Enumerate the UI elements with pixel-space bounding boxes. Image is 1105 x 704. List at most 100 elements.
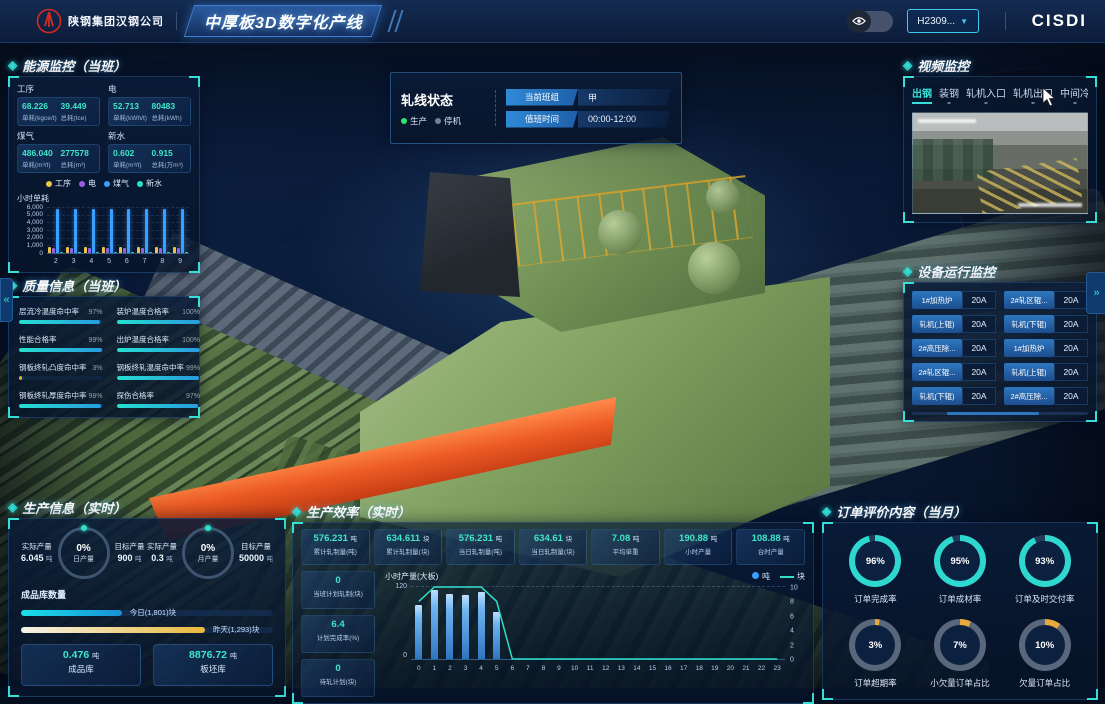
y-axis-tick-right: 8 bbox=[790, 599, 794, 606]
bar-新水 bbox=[131, 252, 134, 253]
legend-line bbox=[780, 576, 794, 578]
energy-value: 277578 bbox=[61, 148, 96, 158]
bar-新水 bbox=[185, 252, 188, 253]
bar-电 bbox=[177, 248, 180, 253]
donut-ring: 7% bbox=[934, 619, 986, 671]
bar-group: 2 bbox=[48, 207, 63, 253]
collapse-left-tab[interactable]: « bbox=[0, 278, 13, 322]
status-value: 00:00-12:00 bbox=[578, 111, 671, 128]
bar-新水 bbox=[149, 252, 152, 253]
bar-煤气 bbox=[127, 209, 130, 253]
device-name: 1#加热炉 bbox=[912, 291, 962, 309]
panel-title: 质量信息（当班） bbox=[22, 276, 126, 295]
warehouse-label: 板坯库 bbox=[154, 663, 272, 675]
warehouse-box: 8876.72 吨 板坯库 bbox=[153, 644, 273, 686]
energy-section: 煤气 486.040 277578 单耗(m³/t) 总耗(m³) bbox=[17, 128, 100, 173]
efficiency-stat-box: 108.88 吨 台时产量 bbox=[736, 529, 805, 565]
x-axis-tick: 23 bbox=[769, 665, 785, 672]
visibility-toggle[interactable] bbox=[847, 11, 893, 32]
warehouse-value: 8876.72 bbox=[189, 649, 227, 661]
unit: 吨 bbox=[711, 536, 718, 543]
bar-新水 bbox=[78, 252, 81, 253]
energy-value-label: 单耗(kWh/t) bbox=[113, 112, 148, 122]
stat-value: 190.88 bbox=[679, 533, 708, 544]
stat-value: 7.08 bbox=[612, 533, 631, 544]
donut-value: 93% bbox=[1019, 535, 1071, 587]
hourly-output-chart: 01234567891011121314151617181920212223 0… bbox=[411, 586, 785, 672]
progress-fill bbox=[117, 348, 201, 352]
bar-电 bbox=[70, 248, 73, 253]
unit: 吨 bbox=[633, 536, 640, 543]
energy-section-name: 工序 bbox=[17, 83, 100, 95]
scrollbar-thumb[interactable] bbox=[947, 412, 1039, 415]
y-axis-tick: 6,000 bbox=[27, 205, 43, 212]
y-axis-tick-right: 0 bbox=[790, 657, 794, 664]
donut-value: 10% bbox=[1019, 619, 1071, 671]
panel-title-row: ◈ 设备运行监控 bbox=[903, 262, 1097, 280]
cctv-frame[interactable] bbox=[912, 112, 1088, 214]
bar-工序 bbox=[66, 247, 69, 253]
x-axis-tick: 18 bbox=[691, 665, 707, 672]
progress-fill bbox=[117, 404, 198, 408]
cisdi-logo: CISDI bbox=[1032, 11, 1087, 31]
device-current-value: 20A bbox=[962, 339, 996, 357]
expand-right-tab[interactable]: » bbox=[1086, 272, 1105, 314]
camera-tab[interactable]: 轧机入口 bbox=[966, 85, 1006, 104]
unit: 吨 bbox=[783, 536, 790, 543]
donut-value: 3% bbox=[849, 619, 901, 671]
panel-title-row: ◈ 生产信息（实时） bbox=[8, 498, 286, 516]
device-select-dropdown[interactable]: H2309... ▼ bbox=[907, 9, 979, 33]
scrollbar-track[interactable] bbox=[912, 412, 1088, 415]
x-axis-tick: 19 bbox=[707, 665, 723, 672]
line-series bbox=[411, 587, 785, 659]
quality-value: 100% bbox=[182, 337, 200, 344]
order-kpi-donut: 93% 订单及时交付率 bbox=[1015, 535, 1075, 605]
stat-label: 台时产量 bbox=[739, 546, 802, 556]
energy-value: 0.602 bbox=[113, 148, 148, 158]
device-name: 2#轧区辊... bbox=[1004, 291, 1054, 309]
y-axis-tick: 3,000 bbox=[27, 228, 43, 235]
device-current-value: 20A bbox=[1054, 291, 1088, 309]
legend-item: 吨 bbox=[752, 571, 770, 582]
stat-label: 平均单重 bbox=[594, 546, 657, 556]
x-axis-tick: 4 bbox=[473, 665, 489, 672]
camera-tab[interactable]: 装钢 bbox=[939, 85, 959, 104]
x-axis-tick: 4 bbox=[89, 258, 93, 265]
donut-label: 订单超期率 bbox=[849, 677, 901, 689]
warehouse-label: 成品库 bbox=[22, 663, 140, 675]
legend-label: 煤气 bbox=[113, 178, 129, 189]
x-axis-tick: 2 bbox=[442, 665, 458, 672]
unit: 吨 bbox=[267, 556, 274, 563]
decor-slashes bbox=[391, 10, 400, 32]
progress-track bbox=[19, 320, 103, 324]
energy-section: 工序 68.226 39.449 单耗(kgce/t) 总耗(tce) bbox=[17, 81, 100, 126]
bar-电 bbox=[52, 248, 55, 253]
panel-title: 能源监控（当班） bbox=[22, 56, 126, 75]
device-name: 2#高压除... bbox=[1004, 387, 1054, 405]
energy-value: 52.713 bbox=[113, 101, 148, 111]
quality-item: 钢板终轧厚度命中率 98% bbox=[19, 390, 103, 408]
bar-工序 bbox=[137, 247, 140, 253]
device-name: 轧机(上辊) bbox=[912, 315, 962, 333]
bar-group: 7 bbox=[137, 207, 152, 253]
x-axis-tick: 5 bbox=[107, 258, 111, 265]
efficiency-stat-box: 576.231 吨 当日轧制量(吨) bbox=[446, 529, 515, 565]
actual-output-value: 6.045 bbox=[21, 553, 44, 563]
quality-value: 98% bbox=[89, 393, 103, 400]
energy-value-label: 总耗(tce) bbox=[61, 112, 96, 122]
energy-card: 486.040 277578 单耗(m³/t) 总耗(m³) bbox=[17, 144, 100, 173]
quality-label: 钢板终轧厚度命中率 bbox=[19, 390, 87, 401]
x-axis-tick: 22 bbox=[754, 665, 770, 672]
camera-tab[interactable]: 出钢 bbox=[912, 85, 932, 104]
x-axis-tick: 15 bbox=[645, 665, 661, 672]
device-item: 1#加热炉 20A bbox=[912, 291, 996, 309]
bar-工序 bbox=[48, 247, 51, 253]
y-axis-tick: 5,000 bbox=[27, 212, 43, 219]
camera-tab[interactable]: 中间冷 bbox=[1060, 85, 1088, 104]
energy-section-name: 新水 bbox=[108, 130, 191, 142]
page-title: 中厚板3D数字化产线 bbox=[204, 9, 362, 33]
stat-value: 0 bbox=[335, 663, 340, 674]
x-axis-tick: 1 bbox=[427, 665, 443, 672]
unit: 块 bbox=[423, 536, 430, 543]
top-bar: 陕钢集团汉钢公司 中厚板3D数字化产线 H2309... ▼ CISDI bbox=[0, 0, 1105, 43]
